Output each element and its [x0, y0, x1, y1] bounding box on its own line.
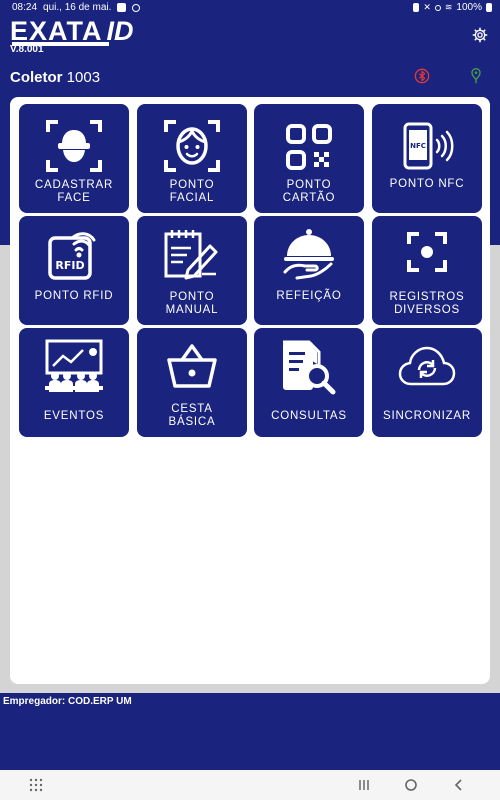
tile-sincronizar[interactable]: SINCRONIZAR: [372, 328, 482, 437]
empregador-label: Empregador: COD.ERP UM: [3, 696, 132, 707]
focus-icon: [407, 232, 447, 272]
status-bar: 08:24 qui., 16 de mai. ✕ ≋ 100%: [0, 0, 500, 15]
location-pin-icon[interactable]: [470, 68, 482, 84]
coletor-info: Coletor 1003: [10, 69, 100, 86]
apps-grid-icon[interactable]: [28, 777, 44, 793]
presentation-icon: [45, 339, 103, 392]
tile-ponto-rfid[interactable]: RFID PONTO RFID: [19, 216, 129, 325]
tile-cesta-basica[interactable]: CESTA BÁSICA: [137, 328, 247, 437]
tile-ponto-cartao[interactable]: PONTO CARTÃO: [254, 104, 364, 213]
status-time: 08:24: [12, 2, 38, 13]
tile-label: REFEIÇÃO: [276, 290, 342, 302]
face-scan-icon: [46, 120, 102, 172]
tile-label: EVENTOS: [43, 410, 105, 422]
coletor-number: 1003: [66, 69, 101, 86]
battery-icon: [486, 3, 492, 12]
logo-text: EXATA: [10, 16, 108, 46]
navigation-bar: [0, 770, 500, 800]
tile-consultas[interactable]: CONSULTAS: [254, 328, 364, 437]
sync-notification-icon: [132, 3, 141, 12]
coletor-label: Coletor: [10, 69, 63, 86]
wifi-icon: ≋: [444, 2, 453, 12]
bluetooth-icon[interactable]: [414, 68, 430, 84]
tile-label: PONTO FACIAL: [169, 179, 215, 204]
document-search-icon: [283, 340, 336, 395]
back-icon[interactable]: [451, 777, 467, 793]
tile-registros-diversos[interactable]: REGISTROS DIVERSOS: [372, 216, 482, 325]
home-icon[interactable]: [403, 777, 419, 793]
cloud-sync-icon: [398, 346, 456, 386]
tile-ponto-manual[interactable]: PONTO MANUAL: [137, 216, 247, 325]
tile-label: PONTO MANUAL: [165, 291, 219, 316]
tile-label: PONTO CARTÃO: [282, 179, 336, 204]
app-version: V.8.001: [10, 44, 44, 55]
rfid-card-icon: RFID: [48, 232, 96, 280]
recent-apps-icon[interactable]: [356, 777, 372, 793]
tile-label: CONSULTAS: [271, 410, 347, 422]
menu-panel: CADASTRAR FACE PONTO FACIAL PONTO CARTÃO…: [10, 97, 490, 684]
status-date: qui., 16 de mai.: [43, 2, 112, 13]
battery-percent: 100%: [456, 2, 482, 13]
tile-label: PONTO NFC: [389, 178, 465, 190]
tile-label: REGISTROS DIVERSOS: [389, 291, 465, 316]
location-status-icon: [434, 4, 441, 11]
footer-bar: Empregador: COD.ERP UM: [0, 693, 500, 770]
notepad-pen-icon: [164, 230, 218, 280]
svg-text:NFC: NFC: [410, 142, 426, 150]
cloche-icon: [283, 229, 334, 280]
tile-eventos[interactable]: EVENTOS: [19, 328, 129, 437]
tile-refeicao[interactable]: REFEIÇÃO: [254, 216, 364, 325]
notification-icon: [117, 3, 127, 12]
tile-label: SINCRONIZAR: [382, 410, 472, 422]
basket-icon: [167, 344, 217, 388]
tile-ponto-nfc[interactable]: NFC PONTO NFC: [372, 104, 482, 213]
svg-text:RFID: RFID: [55, 259, 84, 272]
tile-label: CESTA BÁSICA: [168, 403, 216, 428]
tile-label: PONTO RFID: [34, 290, 114, 302]
logo-suffix: ID: [106, 16, 134, 46]
tile-ponto-facial[interactable]: PONTO FACIAL: [137, 104, 247, 213]
tile-cadastrar-face[interactable]: CADASTRAR FACE: [19, 104, 129, 213]
gear-icon[interactable]: [472, 27, 488, 43]
app-logo: EXATA ID: [10, 16, 134, 46]
qr-code-icon: [286, 124, 332, 170]
lock-icon: [413, 3, 420, 12]
mute-icon: ✕: [423, 2, 431, 12]
face-icon: [164, 120, 220, 172]
tile-label: CADASTRAR FACE: [34, 179, 114, 204]
nfc-phone-icon: NFC: [403, 122, 454, 170]
